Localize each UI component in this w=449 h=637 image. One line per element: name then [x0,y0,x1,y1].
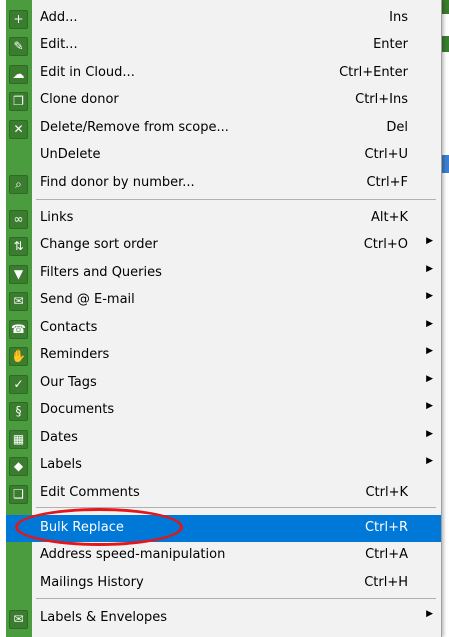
clone-icon: ❐ [9,92,28,111]
menu-item-shortcut: Ins [389,10,408,25]
menu-item-label: Dates [40,430,78,445]
submenu-arrow-icon: ▶ [426,291,433,301]
menu-item-shortcut: Ctrl+O [363,237,408,252]
menu-item-send-e-mail[interactable]: ✉ Send @ E-mail ▶ [6,287,441,314]
tag-icon: ✓ [9,375,28,394]
menu-item-label: Our Tags [40,375,97,390]
menu-item-undelete[interactable]: UnDelete Ctrl+U [6,142,441,169]
menu-item-add[interactable]: + Add... Ins [6,5,441,32]
delete-icon: ✕ [9,120,28,139]
menu-item-edit-in-cloud[interactable]: ☁ Edit in Cloud... Ctrl+Enter [6,60,441,87]
menu-item-label: Mailings History [40,575,144,590]
menu-item-shortcut: Ctrl+H [364,575,408,590]
menu-item-shortcut: Ctrl+K [365,485,408,500]
menu-item-label: Documents [40,402,115,417]
menu-item-clone-donor[interactable]: ❐ Clone donor Ctrl+Ins [6,87,441,114]
email-icon: ✉ [9,292,28,311]
submenu-arrow-icon: ▶ [426,319,433,329]
menu-item-label: Labels & Envelopes [40,610,167,625]
menu-item-label: Edit... [40,37,78,52]
menu-item-our-tags[interactable]: ✓ Our Tags ▶ [6,370,441,397]
menu-item-shortcut: Enter [373,37,408,52]
submenu-arrow-icon: ▶ [426,456,433,466]
submenu-arrow-icon: ▶ [426,346,433,356]
submenu-arrow-icon: ▶ [426,264,433,274]
menu-item-label: Edit in Cloud... [40,65,135,80]
cloud-edit-icon: ☁ [9,65,28,84]
submenu-arrow-icon: ▶ [426,236,433,246]
add-icon: + [9,10,28,29]
menu-separator [36,507,436,508]
sort-icon: ⇅ [9,237,28,256]
menu-item-shortcut: Ctrl+A [365,547,408,562]
menu-item-shortcut: Del [386,120,408,135]
menu-item-delete-remove-from-scope[interactable]: ✕ Delete/Remove from scope... Del [6,115,441,142]
menu-item-reminders[interactable]: ✋ Reminders ▶ [6,342,441,369]
calendar-icon: ▦ [9,430,28,449]
menu-item-label: Filters and Queries [40,265,162,280]
documents-icon: § [9,402,28,421]
filter-icon: ▼ [9,265,28,284]
menu-item-edit[interactable]: ✎ Edit... Enter [6,32,441,59]
menu-item-label: Edit Comments [40,485,140,500]
menu-item-edit-comments[interactable]: ❑ Edit Comments Ctrl+K [6,480,441,507]
submenu-arrow-icon: ▶ [426,609,433,619]
menu-item-contacts[interactable]: ☎ Contacts ▶ [6,315,441,342]
menu-separator [36,598,436,599]
link-icon: ∞ [9,210,28,229]
reminder-icon: ✋ [9,347,28,366]
menu-item-label: Send @ E-mail [40,292,135,307]
menu-item-shortcut: Ctrl+Enter [339,65,408,80]
search-icon: ⌕ [9,175,28,194]
menu-item-label: Address speed-manipulation [40,547,226,562]
menu-item-shortcut: Ctrl+F [366,175,408,190]
menu-item-bulk-replace[interactable]: Bulk Replace Ctrl+R [6,515,441,542]
menu-item-filters-and-queries[interactable]: ▼ Filters and Queries ▶ [6,260,441,287]
menu-item-label: Add... [40,10,78,25]
comments-icon: ❑ [9,485,28,504]
menu-separator [36,199,436,200]
label-icon: ◆ [9,457,28,476]
menu-item-label: Links [40,210,74,225]
menu-item-labels[interactable]: ◆ Labels ▶ [6,452,441,479]
context-menu: + Add... Ins ✎ Edit... Enter ☁ Edit in Cloud...… [6,0,442,637]
menu-item-label: Change sort order [40,237,158,252]
menu-item-find-donor-by-number[interactable]: ⌕ Find donor by number... Ctrl+F [6,170,441,197]
menu-item-address-speed-manipulation[interactable]: Address speed-manipulation Ctrl+A [6,542,441,569]
menu-item-mailings-history[interactable]: Mailings History Ctrl+H [6,570,441,597]
menu-item-change-sort-order[interactable]: ⇅ Change sort order Ctrl+O ▶ [6,232,441,259]
menu-item-dates[interactable]: ▦ Dates ▶ [6,425,441,452]
menu-item-label: Labels [40,457,82,472]
submenu-arrow-icon: ▶ [426,401,433,411]
menu-item-label: UnDelete [40,147,101,162]
contacts-icon: ☎ [9,320,28,339]
menu-item-label: Reminders [40,347,110,362]
menu-item-label: Find donor by number... [40,175,195,190]
menu-item-links[interactable]: ∞ Links Alt+K [6,205,441,232]
submenu-arrow-icon: ▶ [426,429,433,439]
menu-item-label: Clone donor [40,92,119,107]
envelope-icon: ✉ [9,610,28,629]
menu-item-label: Delete/Remove from scope... [40,120,229,135]
menu-item-shortcut: Ctrl+R [364,520,408,535]
menu-item-documents[interactable]: § Documents ▶ [6,397,441,424]
menu-item-shortcut: Alt+K [370,210,408,225]
menu-item-label: Contacts [40,320,98,335]
menu-item-labels-envelopes[interactable]: ✉ Labels & Envelopes ▶ [6,605,441,632]
menu-item-shortcut: Ctrl+Ins [355,92,408,107]
submenu-arrow-icon: ▶ [426,374,433,384]
edit-icon: ✎ [9,37,28,56]
menu-item-shortcut: Ctrl+U [364,147,408,162]
menu-item-label: Bulk Replace [40,520,124,535]
